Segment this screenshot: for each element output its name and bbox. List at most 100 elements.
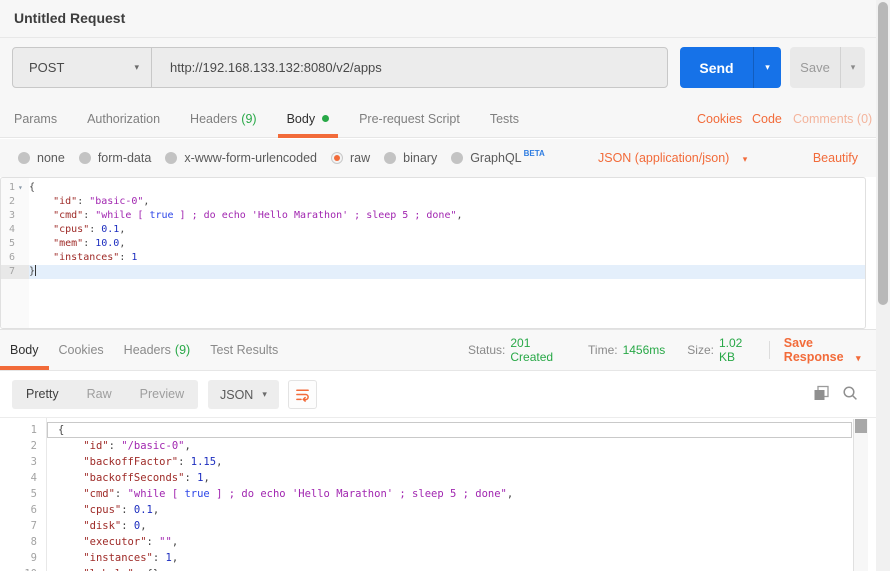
line-number: 1 bbox=[0, 422, 47, 438]
url-input[interactable]: http://192.168.133.132:8080/v2/apps bbox=[152, 48, 667, 87]
radio-icon[interactable] bbox=[451, 152, 463, 164]
code-line-2[interactable]: 2 "id": "basic-0", bbox=[1, 195, 865, 209]
content-type-value: JSON (application/json) bbox=[598, 151, 729, 165]
save-button[interactable]: Save bbox=[790, 47, 840, 88]
code-line-2: 2 "id": "/basic-0", bbox=[0, 438, 876, 454]
line-number: 3 bbox=[0, 454, 47, 470]
divider bbox=[769, 341, 770, 359]
code-line-1[interactable]: 1▾{ bbox=[1, 181, 865, 195]
mode-binary[interactable]: binary bbox=[384, 151, 437, 165]
save-response-label: Save Response bbox=[784, 336, 844, 364]
beautify-link[interactable]: Beautify bbox=[813, 139, 858, 177]
method-value: POST bbox=[29, 60, 64, 75]
url-group: POST ▾ http://192.168.133.132:8080/v2/ap… bbox=[12, 47, 668, 88]
save-button-group: Save ▾ bbox=[790, 47, 865, 88]
page-scrollbar[interactable] bbox=[876, 0, 890, 571]
code-text: "mem": 10.0, bbox=[29, 237, 865, 251]
response-tab-body[interactable]: Body bbox=[0, 330, 49, 370]
body-mode-row: none form-data x-www-form-urlencoded raw… bbox=[0, 139, 876, 177]
method-select[interactable]: POST ▾ bbox=[13, 48, 152, 87]
code-line-6[interactable]: 6 "instances": 1 bbox=[1, 251, 865, 265]
code-text: "labels": {}, bbox=[47, 566, 876, 571]
line-number: 5 bbox=[0, 486, 47, 502]
radio-icon[interactable] bbox=[165, 152, 177, 164]
tab-label: Headers bbox=[124, 343, 171, 357]
code-line-3[interactable]: 3 "cmd": "while [ true ] ; do echo 'Hell… bbox=[1, 209, 865, 223]
mode-label: x-www-form-urlencoded bbox=[184, 151, 317, 165]
copy-button[interactable] bbox=[813, 385, 831, 403]
view-tab-preview[interactable]: Preview bbox=[126, 380, 198, 409]
response-tab-cookies[interactable]: Cookies bbox=[49, 330, 114, 370]
content-type-select[interactable]: JSON (application/json) ▾ bbox=[598, 139, 747, 177]
tab-authorization[interactable]: Authorization bbox=[78, 100, 169, 137]
mode-label: none bbox=[37, 151, 65, 165]
radio-icon[interactable] bbox=[18, 152, 30, 164]
save-response-button[interactable]: Save Response ▾ bbox=[784, 336, 876, 364]
tab-tests[interactable]: Tests bbox=[481, 100, 528, 137]
code-link[interactable]: Code bbox=[752, 100, 782, 138]
tab-params[interactable]: Params bbox=[5, 100, 66, 137]
view-tab-pretty[interactable]: Pretty bbox=[12, 380, 73, 409]
code-line-5[interactable]: 5 "mem": 10.0, bbox=[1, 237, 865, 251]
tab-headers[interactable]: Headers (9) bbox=[181, 100, 266, 137]
headers-count-badge: (9) bbox=[241, 112, 256, 126]
request-bar: POST ▾ http://192.168.133.132:8080/v2/ap… bbox=[0, 38, 876, 100]
comments-link[interactable]: Comments (0) bbox=[793, 100, 872, 138]
response-toolbar: Pretty Raw Preview JSON ▾ bbox=[0, 371, 876, 417]
mode-raw[interactable]: raw bbox=[331, 151, 370, 165]
tab-label: Pre-request Script bbox=[359, 112, 460, 126]
radio-icon[interactable] bbox=[384, 152, 396, 164]
response-status-line: Status: 201 Created Time: 1456ms Size: 1… bbox=[468, 330, 876, 370]
response-tab-headers[interactable]: Headers (9) bbox=[114, 330, 201, 370]
tab-label: Test Results bbox=[210, 343, 278, 357]
mode-x-www-form-urlencoded[interactable]: x-www-form-urlencoded bbox=[165, 151, 317, 165]
cookies-link[interactable]: Cookies bbox=[697, 100, 742, 138]
scrollbar-thumb[interactable] bbox=[855, 419, 867, 433]
line-number: 9 bbox=[0, 550, 47, 566]
response-header: Body Cookies Headers (9) Test Results St… bbox=[0, 329, 876, 371]
url-value: http://192.168.133.132:8080/v2/apps bbox=[170, 60, 382, 75]
code-line-9: 9 "instances": 1, bbox=[0, 550, 876, 566]
chevron-down-icon: ▾ bbox=[765, 62, 770, 73]
response-tabs: Body Cookies Headers (9) Test Results bbox=[0, 330, 288, 370]
code-line-4[interactable]: 4 "cpus": 0.1, bbox=[1, 223, 865, 237]
view-tab-raw[interactable]: Raw bbox=[73, 380, 126, 409]
code-text: { bbox=[29, 181, 865, 195]
fold-icon[interactable]: ▾ bbox=[18, 181, 23, 195]
send-options-button[interactable]: ▾ bbox=[753, 47, 781, 88]
radio-selected-icon[interactable] bbox=[331, 152, 343, 164]
chevron-down-icon: ▾ bbox=[743, 154, 748, 164]
save-options-button[interactable]: ▾ bbox=[840, 47, 865, 88]
request-body-editor[interactable]: 1▾{2 "id": "basic-0",3 "cmd": "while [ t… bbox=[0, 177, 866, 329]
code-line-7[interactable]: 7} bbox=[1, 265, 865, 279]
format-select[interactable]: JSON ▾ bbox=[208, 380, 279, 409]
mode-graphql[interactable]: GraphQL BETA bbox=[451, 151, 545, 165]
response-body-viewer[interactable]: 1{2 "id": "/basic-0",3 "backoffFactor": … bbox=[0, 417, 876, 571]
mode-label: form-data bbox=[98, 151, 152, 165]
active-tab-underline bbox=[0, 366, 49, 370]
line-number: 4 bbox=[0, 470, 47, 486]
mode-label: binary bbox=[403, 151, 437, 165]
tab-body[interactable]: Body bbox=[278, 100, 339, 137]
tab-pre-request-script[interactable]: Pre-request Script bbox=[350, 100, 469, 137]
send-button[interactable]: Send bbox=[680, 47, 753, 88]
line-number: 8 bbox=[0, 534, 47, 550]
mode-none[interactable]: none bbox=[18, 151, 65, 165]
status-value: 201 Created bbox=[510, 336, 566, 364]
wrap-lines-button[interactable] bbox=[288, 380, 317, 409]
response-tab-test-results[interactable]: Test Results bbox=[200, 330, 288, 370]
response-scrollbar[interactable] bbox=[853, 419, 868, 571]
radio-icon[interactable] bbox=[79, 152, 91, 164]
scrollbar-thumb[interactable] bbox=[878, 2, 888, 305]
search-button[interactable] bbox=[842, 385, 860, 403]
line-number: 2 bbox=[1, 195, 29, 209]
line-number: 10 bbox=[0, 566, 47, 571]
time-label: Time: bbox=[588, 343, 618, 357]
code-text: { bbox=[47, 422, 852, 438]
mode-form-data[interactable]: form-data bbox=[79, 151, 152, 165]
body-filled-dot-icon bbox=[322, 115, 329, 122]
line-number: 6 bbox=[1, 251, 29, 265]
code-line-7: 7 "disk": 0, bbox=[0, 518, 876, 534]
chevron-down-icon: ▾ bbox=[262, 389, 267, 400]
beta-badge: BETA bbox=[524, 149, 545, 158]
